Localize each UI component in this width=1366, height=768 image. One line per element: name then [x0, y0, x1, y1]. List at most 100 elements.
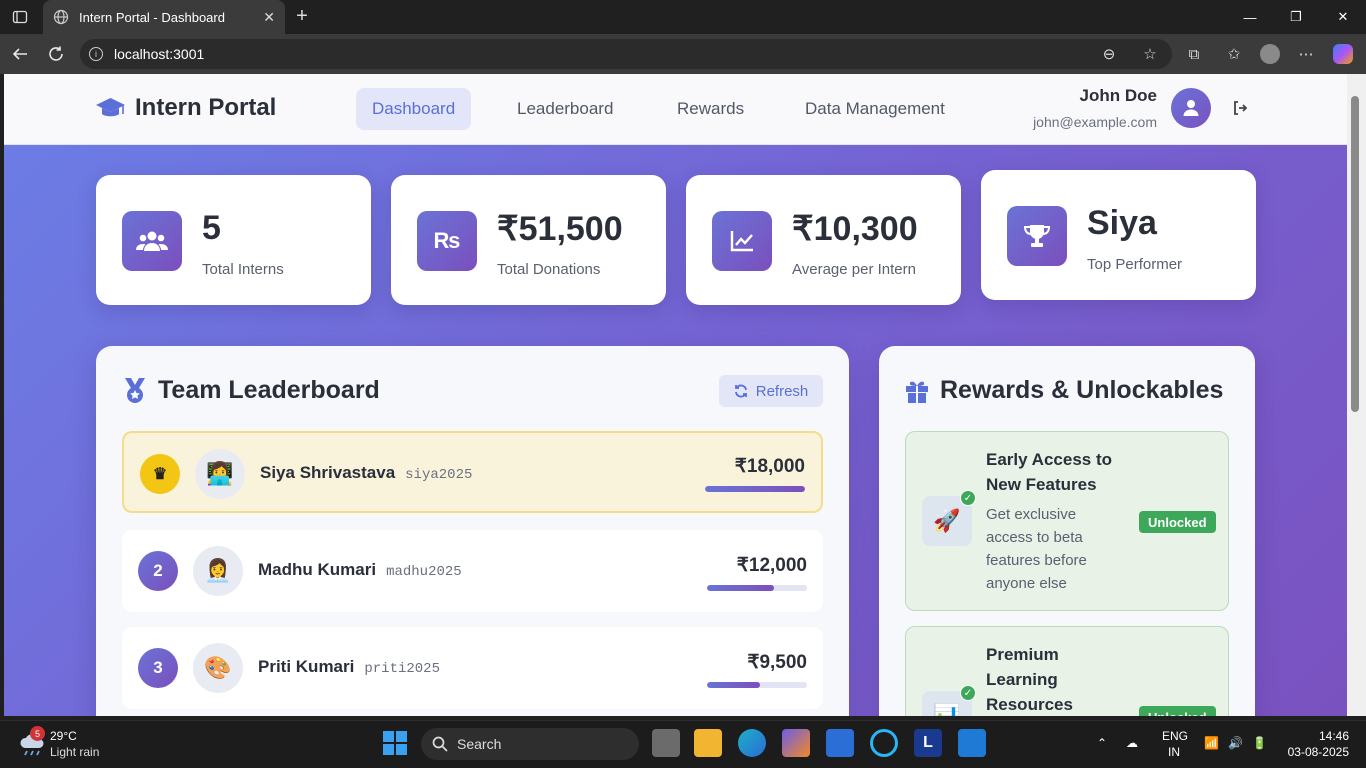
back-icon[interactable]	[10, 44, 30, 64]
search-icon	[432, 736, 448, 752]
nav-leaderboard[interactable]: Leaderboard	[501, 88, 629, 130]
site-info-icon[interactable]: i	[89, 47, 103, 61]
vscode-icon[interactable]	[958, 729, 986, 757]
volume-icon[interactable]: 🔊	[1228, 736, 1243, 750]
profile-icon[interactable]	[1260, 44, 1280, 64]
wifi-icon[interactable]: 📶	[1204, 736, 1219, 750]
progress-bar	[707, 682, 807, 688]
crown-icon: ♛	[140, 454, 180, 494]
copilot-app-icon[interactable]	[782, 729, 810, 757]
refresh-button[interactable]: Refresh	[719, 375, 823, 407]
reward-title: Premium Learning Resources	[986, 645, 1073, 714]
intern-amount: ₹12,000	[736, 555, 807, 576]
chevron-up-icon[interactable]: ⌃	[1097, 736, 1107, 750]
language-indicator[interactable]: ENG	[1162, 729, 1188, 743]
intern-name: Madhu Kumari madhu2025	[258, 560, 462, 580]
check-icon: ✓	[960, 490, 976, 506]
stat-value: 5	[202, 209, 221, 247]
close-window-icon[interactable]: ✕	[1320, 0, 1366, 34]
l-app-icon[interactable]: L	[914, 729, 942, 757]
weather-description: Light rain	[50, 745, 100, 759]
region-indicator: IN	[1168, 745, 1180, 759]
gift-icon	[906, 381, 928, 403]
progress-fill	[705, 486, 805, 492]
intern-avatar: 👩‍💻	[195, 449, 245, 499]
store-icon[interactable]	[826, 729, 854, 757]
favorites-icon[interactable]: ✩	[1224, 44, 1244, 64]
user-icon	[1183, 100, 1199, 116]
network-warning-icon[interactable]: ☁	[1126, 736, 1138, 750]
stat-card-top-performer: Siya Top Performer	[981, 170, 1256, 300]
new-tab-icon[interactable]: +	[292, 6, 312, 26]
reward-card[interactable]: 📊 ✓ Premium Learning Resources Unlocked	[905, 626, 1229, 716]
nav-data-management[interactable]: Data Management	[789, 88, 961, 130]
restore-icon[interactable]: ❐	[1273, 0, 1319, 34]
rank-badge: 2	[138, 551, 178, 591]
intern-avatar: 🎨	[193, 643, 243, 693]
tab-actions-icon[interactable]	[0, 0, 40, 34]
reload-icon[interactable]	[46, 44, 66, 64]
stat-value: Siya	[1087, 204, 1157, 242]
brand[interactable]: Intern Portal	[95, 94, 276, 122]
windows-start-icon[interactable]	[382, 730, 410, 758]
check-icon: ✓	[960, 685, 976, 701]
stat-card-total-interns: 5 Total Interns	[96, 175, 371, 305]
settings-menu-icon[interactable]: ⋯	[1296, 44, 1316, 64]
copilot-icon[interactable]	[1333, 44, 1353, 64]
stat-value: ₹10,300	[792, 210, 918, 248]
scrollbar-thumb[interactable]	[1351, 96, 1359, 412]
leaderboard-title: Team Leaderboard	[122, 376, 380, 405]
scrollbar[interactable]	[1347, 74, 1366, 716]
reward-title: Early Access to New Features	[986, 450, 1112, 494]
favorite-star-icon[interactable]: ☆	[1140, 44, 1160, 64]
progress-bar	[705, 486, 805, 492]
leaderboard-row[interactable]: ♛ 👩‍💻 Siya Shrivastava siya2025 ₹18,000	[122, 431, 823, 513]
taskbar-search[interactable]: Search	[421, 728, 639, 760]
reward-card[interactable]: 🚀 ✓ Early Access to New Features Get exc…	[905, 431, 1229, 611]
intern-full-name: Madhu Kumari	[258, 560, 377, 579]
stat-label: Total Donations	[497, 261, 601, 278]
edge-icon[interactable]	[738, 729, 766, 757]
medal-icon	[125, 377, 145, 403]
graduation-cap-icon	[96, 98, 125, 117]
task-view-icon[interactable]	[652, 729, 680, 757]
avatar[interactable]	[1171, 88, 1211, 128]
logout-icon[interactable]	[1232, 100, 1248, 116]
intern-name: Siya Shrivastava siya2025	[260, 463, 472, 483]
user-name: John Doe	[1079, 86, 1157, 105]
taskbar	[0, 720, 1366, 768]
alexa-icon[interactable]	[870, 729, 898, 757]
battery-icon[interactable]: 🔋	[1252, 736, 1267, 750]
leaderboard-panel: Team Leaderboard Refresh ♛ 👩‍💻 Siya Shri…	[96, 346, 849, 716]
url-field[interactable]: i localhost:3001	[80, 39, 1172, 69]
clock-date[interactable]: 03-08-2025	[1285, 745, 1349, 759]
minimize-icon[interactable]: —	[1227, 0, 1273, 34]
tab-title: Intern Portal - Dashboard	[79, 9, 225, 25]
stat-value: ₹51,500	[497, 210, 623, 248]
user-email: john@example.com	[1033, 114, 1157, 130]
file-explorer-icon[interactable]	[694, 729, 722, 757]
stat-label: Total Interns	[202, 261, 284, 278]
intern-name: Priti Kumari priti2025	[258, 657, 440, 677]
leaderboard-row[interactable]: 2 👩‍💼 Madhu Kumari madhu2025 ₹12,000	[122, 530, 823, 612]
rewards-panel: Rewards & Unlockables 🚀 ✓ Early Access t…	[879, 346, 1255, 716]
stat-card-total-donations: ₨ ₹51,500 Total Donations	[391, 175, 666, 305]
intern-amount: ₹9,500	[747, 652, 807, 673]
extensions-icon[interactable]: ⧉	[1184, 44, 1204, 64]
intern-avatar: 👩‍💼	[193, 546, 243, 596]
nav-dashboard[interactable]: Dashboard	[356, 88, 472, 130]
globe-icon	[53, 9, 69, 25]
intern-amount: ₹18,000	[734, 456, 805, 477]
intern-username: priti2025	[364, 661, 440, 677]
search-placeholder: Search	[457, 736, 502, 752]
stat-label: Average per Intern	[792, 261, 916, 278]
browser-tab[interactable]: Intern Portal - Dashboard ✕	[43, 0, 285, 34]
leaderboard-row[interactable]: 3 🎨 Priti Kumari priti2025 ₹9,500	[122, 627, 823, 709]
clock-time[interactable]: 14:46	[1309, 729, 1349, 743]
more-options-icon[interactable]: ⊖	[1099, 44, 1119, 64]
reward-description: Get exclusive access to beta features be…	[986, 506, 1087, 592]
nav-rewards[interactable]: Rewards	[661, 88, 760, 130]
close-tab-icon[interactable]: ✕	[263, 9, 275, 26]
brand-name: Intern Portal	[135, 94, 277, 121]
intern-username: siya2025	[405, 467, 473, 483]
